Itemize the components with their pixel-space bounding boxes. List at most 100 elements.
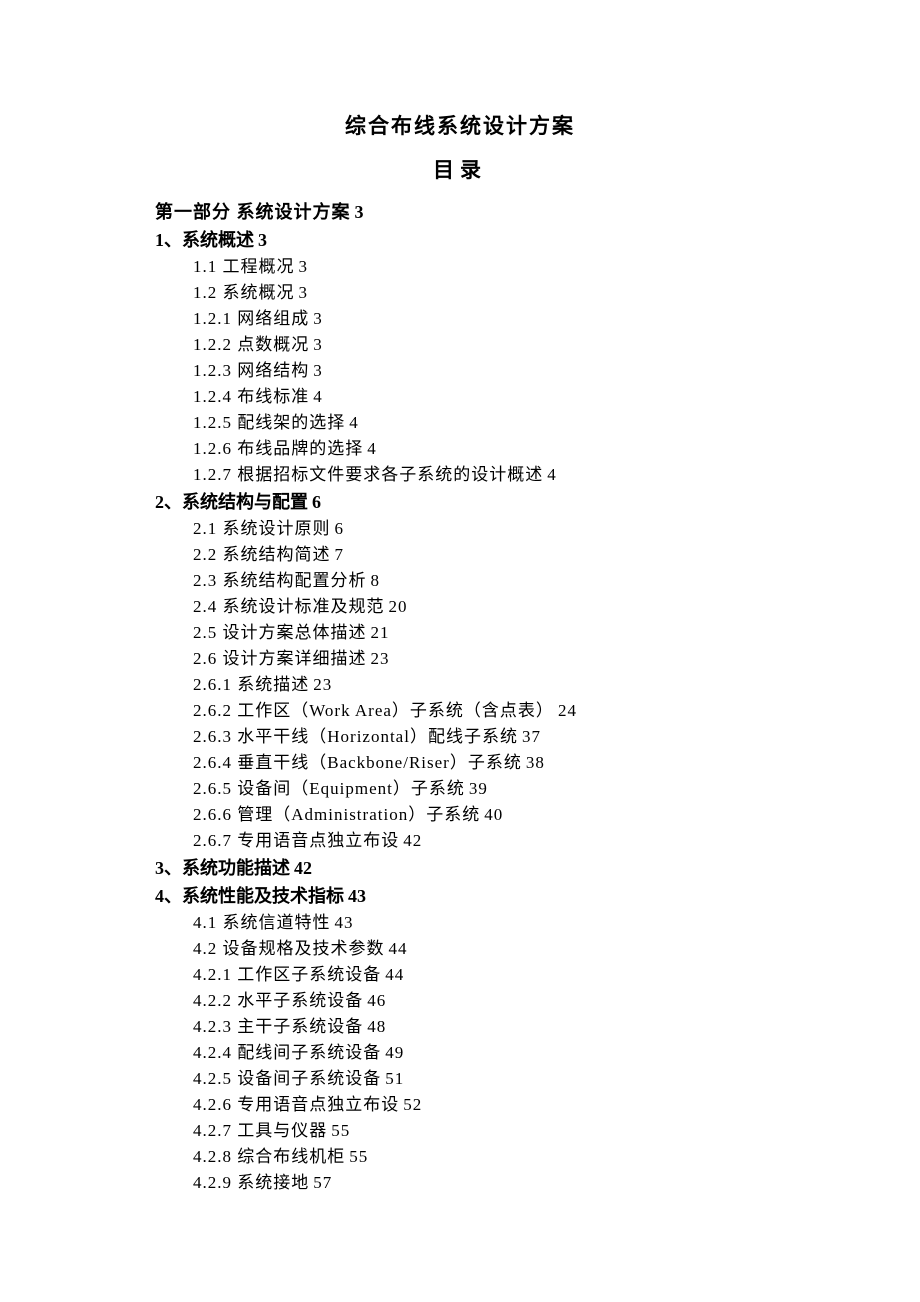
toc-entry-label: 2.4 系统设计标准及规范: [193, 597, 385, 616]
toc-entry: 1、系统概述3: [155, 226, 765, 254]
toc-entry-label: 1.1 工程概况: [193, 257, 295, 276]
toc-entry-label: 2.6.6 管理（Administration）子系统: [193, 805, 480, 824]
toc-entry: 1.1 工程概况3: [155, 254, 765, 280]
toc-entry-page: 3: [299, 257, 309, 276]
toc-entry: 2.1 系统设计原则6: [155, 516, 765, 542]
toc-entry: 4.2.2 水平子系统设备46: [155, 988, 765, 1014]
toc-entry-label: 1、系统概述: [155, 230, 254, 250]
toc-entry-page: 55: [349, 1147, 368, 1166]
toc-entry: 1.2.1 网络组成3: [155, 306, 765, 332]
toc-entry-label: 4、系统性能及技术指标: [155, 886, 344, 906]
toc-entry-label: 2、系统结构与配置: [155, 492, 308, 512]
toc-entry-page: 8: [371, 571, 381, 590]
toc-entry-page: 6: [312, 492, 321, 512]
toc-entry: 1.2.5 配线架的选择4: [155, 410, 765, 436]
toc-entry-label: 1.2.2 点数概况: [193, 335, 309, 354]
toc-entry: 2.6.7 专用语音点独立布设42: [155, 828, 765, 854]
toc-entry-label: 4.2.5 设备间子系统设备: [193, 1069, 381, 1088]
toc-entry-page: 23: [371, 649, 390, 668]
toc-entry: 第一部分 系统设计方案3: [155, 198, 765, 226]
toc-entry: 2.6 设计方案详细描述23: [155, 646, 765, 672]
toc-entry-label: 2.1 系统设计原则: [193, 519, 331, 538]
toc-entry: 2.6.4 垂直干线（Backbone/Riser）子系统38: [155, 750, 765, 776]
toc-entry-page: 42: [403, 831, 422, 850]
toc-entry-page: 48: [367, 1017, 386, 1036]
toc-entry-page: 42: [294, 858, 312, 878]
toc-entry: 1.2.2 点数概况3: [155, 332, 765, 358]
toc-entry-page: 20: [389, 597, 408, 616]
toc-entry-page: 3: [299, 283, 309, 302]
toc-entry: 2.3 系统结构配置分析8: [155, 568, 765, 594]
document-title: 综合布线系统设计方案: [155, 110, 765, 140]
toc-entry: 4.2 设备规格及技术参数44: [155, 936, 765, 962]
toc-entry-label: 4.2.3 主干子系统设备: [193, 1017, 363, 1036]
toc-entry: 2.6.5 设备间（Equipment）子系统39: [155, 776, 765, 802]
toc-entry-label: 2.3 系统结构配置分析: [193, 571, 367, 590]
toc-entry-label: 1.2.7 根据招标文件要求各子系统的设计概述: [193, 465, 543, 484]
toc-entry-page: 55: [331, 1121, 350, 1140]
toc-entry-label: 1.2.4 布线标准: [193, 387, 309, 406]
toc-entry-page: 7: [335, 545, 345, 564]
toc-entry-page: 3: [313, 335, 323, 354]
toc-entry-label: 2.6.3 水平干线（Horizontal）配线子系统: [193, 727, 518, 746]
toc-entry: 4.2.5 设备间子系统设备51: [155, 1066, 765, 1092]
toc-entry-page: 49: [385, 1043, 404, 1062]
toc-entry-label: 2.6.4 垂直干线（Backbone/Riser）子系统: [193, 753, 522, 772]
toc-entry-page: 4: [367, 439, 377, 458]
toc-entry: 1.2.6 布线品牌的选择4: [155, 436, 765, 462]
toc-entry: 4.2.1 工作区子系统设备44: [155, 962, 765, 988]
toc-heading: 目录: [155, 154, 765, 184]
toc-entry-page: 37: [522, 727, 541, 746]
toc-entry-page: 3: [313, 309, 323, 328]
toc-entry-page: 4: [349, 413, 359, 432]
toc-entry-label: 4.2.4 配线间子系统设备: [193, 1043, 381, 1062]
toc-entry: 4.2.3 主干子系统设备48: [155, 1014, 765, 1040]
toc-entry-page: 43: [348, 886, 366, 906]
toc-entry: 1.2.4 布线标准4: [155, 384, 765, 410]
toc-entry-page: 21: [371, 623, 390, 642]
toc-entry-label: 1.2.3 网络结构: [193, 361, 309, 380]
toc-entry-page: 23: [313, 675, 332, 694]
toc-entry-label: 2.6.2 工作区（Work Area）子系统（含点表）: [193, 701, 554, 720]
toc-entry: 2.6.2 工作区（Work Area）子系统（含点表）24: [155, 698, 765, 724]
toc-entry-label: 2.6 设计方案详细描述: [193, 649, 367, 668]
toc-entry: 4.2.9 系统接地57: [155, 1170, 765, 1196]
toc-entry: 2.4 系统设计标准及规范20: [155, 594, 765, 620]
toc-entry: 4.2.4 配线间子系统设备49: [155, 1040, 765, 1066]
toc-entry-label: 2.2 系统结构简述: [193, 545, 331, 564]
toc-entry-label: 4.2.2 水平子系统设备: [193, 991, 363, 1010]
toc-entry-page: 4: [547, 465, 557, 484]
toc-entry: 2.2 系统结构简述7: [155, 542, 765, 568]
toc-entry: 2.5 设计方案总体描述21: [155, 620, 765, 646]
toc-entry-page: 57: [313, 1173, 332, 1192]
toc-entry-label: 2.6.7 专用语音点独立布设: [193, 831, 399, 850]
toc-entry-label: 2.6.1 系统描述: [193, 675, 309, 694]
toc-entry-label: 4.2.8 综合布线机柜: [193, 1147, 345, 1166]
toc-entry-label: 4.1 系统信道特性: [193, 913, 331, 932]
toc-entry-label: 4.2.1 工作区子系统设备: [193, 965, 381, 984]
toc-entry: 4.2.8 综合布线机柜55: [155, 1144, 765, 1170]
toc-entry-label: 1.2.1 网络组成: [193, 309, 309, 328]
toc-entry-page: 4: [313, 387, 323, 406]
toc-entry-page: 38: [526, 753, 545, 772]
toc-entry-page: 3: [355, 202, 365, 222]
toc-entry-page: 3: [313, 361, 323, 380]
toc-entry: 4、系统性能及技术指标43: [155, 882, 765, 910]
toc-entry: 2.6.3 水平干线（Horizontal）配线子系统37: [155, 724, 765, 750]
toc-entry-page: 39: [469, 779, 488, 798]
toc-entry: 1.2.3 网络结构3: [155, 358, 765, 384]
toc-entry-page: 44: [385, 965, 404, 984]
toc-entry-label: 4.2.6 专用语音点独立布设: [193, 1095, 399, 1114]
toc-entry-page: 24: [558, 701, 577, 720]
toc-entry: 1.2.7 根据招标文件要求各子系统的设计概述4: [155, 462, 765, 488]
toc-entry-page: 52: [403, 1095, 422, 1114]
table-of-contents: 第一部分 系统设计方案31、系统概述31.1 工程概况31.2 系统概况31.2…: [155, 198, 765, 1196]
toc-entry: 4.2.6 专用语音点独立布设52: [155, 1092, 765, 1118]
toc-entry-label: 4.2.9 系统接地: [193, 1173, 309, 1192]
toc-entry-label: 4.2.7 工具与仪器: [193, 1121, 327, 1140]
toc-entry-label: 3、系统功能描述: [155, 858, 290, 878]
toc-entry-label: 第一部分 系统设计方案: [155, 202, 351, 222]
toc-entry-page: 3: [258, 230, 267, 250]
toc-entry-page: 40: [484, 805, 503, 824]
toc-entry: 2、系统结构与配置6: [155, 488, 765, 516]
